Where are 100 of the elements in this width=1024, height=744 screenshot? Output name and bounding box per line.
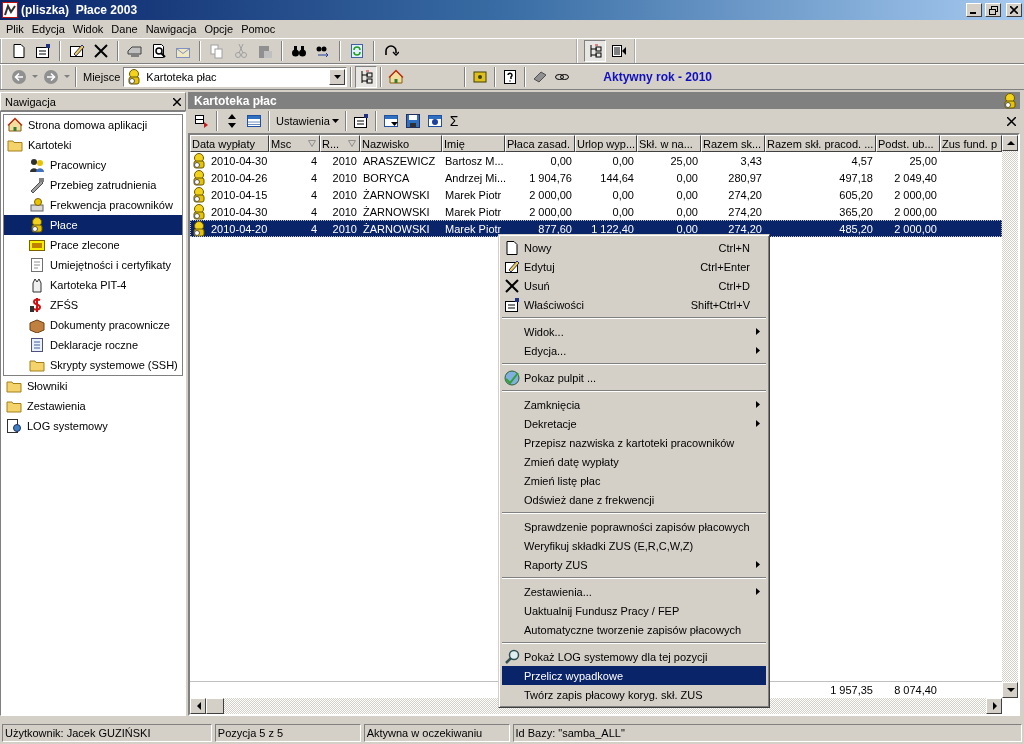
table-row[interactable]: 2010-04-26 4 2010 BORYCA Andrzej Mi... 1 904,76 144,64 0,00 280,97 497,18 2 049,40: [190, 169, 1002, 186]
menu-item[interactable]: Plik: [2, 23, 28, 35]
nav-item[interactable]: Prace zlecone: [4, 235, 182, 255]
nav-item[interactable]: Frekwencja pracowników: [4, 195, 182, 215]
menu-item[interactable]: Sprawdzenie poprawności zapisów płacowych: [502, 517, 766, 536]
menu-item[interactable]: Pomoc: [237, 23, 280, 35]
scroll-left-button[interactable]: [190, 698, 206, 714]
nav-item[interactable]: Kartoteki: [4, 135, 182, 155]
column-header[interactable]: Podst. ub...: [876, 135, 940, 152]
menu-item[interactable]: Dekretacje: [502, 414, 766, 433]
minimize-button[interactable]: [966, 3, 982, 17]
table-row[interactable]: 2010-04-30 4 2010 ŻARNOWSKI Marek Piotr 2 000,00 0,00 0,00 274,20 365,20 2 000,00: [190, 203, 1002, 220]
menu-item[interactable]: Zamknięcia: [502, 395, 766, 414]
tools-icon: [29, 177, 45, 193]
dropdown-icon[interactable]: [30, 75, 40, 79]
nav-item[interactable]: Deklaracje roczne: [4, 335, 182, 355]
menu-item[interactable]: Automatyczne tworzenie zapisów płacowych: [502, 620, 766, 639]
settings-button[interactable]: Ustawienia: [273, 111, 342, 131]
close-icon[interactable]: [1007, 116, 1016, 126]
column-header[interactable]: Nazwisko: [360, 135, 442, 152]
menu-item[interactable]: Nowy Ctrl+N: [502, 238, 766, 257]
restore-button[interactable]: [985, 3, 1001, 17]
window-title: (pliszka) Płace 2003: [21, 3, 138, 17]
table-cell: 274,20: [728, 188, 762, 201]
menu-item[interactable]: Twórz zapis płacowy koryg. skł. ZUS: [502, 685, 766, 704]
table-cell: 365,20: [839, 205, 873, 218]
menu-item[interactable]: Dane: [107, 23, 142, 35]
nav-item[interactable]: LOG systemowy: [3, 416, 183, 436]
table-cell: 3,43: [740, 154, 762, 167]
column-header[interactable]: Zus fund. p: [940, 135, 1002, 152]
menu-item[interactable]: Raporty ZUS: [502, 555, 766, 574]
sum-button[interactable]: Σ: [445, 113, 463, 129]
nav-item[interactable]: Płace: [4, 215, 182, 235]
column-header[interactable]: R...: [320, 135, 360, 152]
menu-item[interactable]: Edytuj Ctrl+Enter: [502, 257, 766, 276]
menu-item[interactable]: Przelicz wypadkowe: [502, 666, 766, 685]
location-combobox[interactable]: Kartoteka płac: [123, 67, 348, 87]
table-cell: Marek Piotr: [445, 222, 502, 235]
menu-item[interactable]: Uaktualnij Fundusz Pracy / FEP: [502, 601, 766, 620]
menu-item[interactable]: Zmień datę wypłaty: [502, 452, 766, 471]
scroll-right-button[interactable]: [986, 698, 1002, 714]
nav-item[interactable]: Kartoteka PIT-4: [4, 275, 182, 295]
table-row[interactable]: 2010-04-15 4 2010 ŻARNOWSKI Marek Piotr 2 000,00 0,00 0,00 274,20 605,20 2 000,00: [190, 186, 1002, 203]
certificate-icon: [29, 257, 45, 273]
document-icon: [29, 337, 45, 353]
tree-view-button[interactable]: [355, 66, 378, 88]
location-label: Miejsce: [82, 71, 122, 83]
column-header[interactable]: Płaca zasad.: [505, 135, 575, 152]
scroll-thumb[interactable]: [206, 698, 224, 714]
nav-item[interactable]: Strona domowa aplikacji: [4, 115, 182, 135]
menu-item[interactable]: Edycja...: [502, 341, 766, 360]
menu-item[interactable]: Zmień listę płac: [502, 471, 766, 490]
table-cell: 4: [310, 205, 317, 218]
column-header[interactable]: Skł. w na...: [637, 135, 701, 152]
payroll-icon: [191, 152, 207, 169]
menu-item[interactable]: Przepisz nazwiska z kartoteki pracowników: [502, 433, 766, 452]
scroll-up-button[interactable]: [1002, 135, 1018, 151]
column-header[interactable]: Msc: [269, 135, 320, 152]
menu-item[interactable]: Edycja: [27, 23, 69, 35]
nav-item[interactable]: Słowniki: [3, 376, 183, 396]
menu-item[interactable]: Właściwości Shift+Ctrl+V: [502, 295, 766, 314]
table-cell: 1 122,40: [591, 222, 634, 235]
menu-item[interactable]: Odśwież dane z frekwencji: [502, 490, 766, 509]
table-row[interactable]: 2010-04-30 4 2010 ARASZEWICZ Bartosz M... 0,00 0,00 25,00 3,43 4,57 25,00: [190, 152, 1002, 169]
menu-item[interactable]: Widok: [68, 23, 108, 35]
menu-item[interactable]: Usuń Ctrl+D: [502, 276, 766, 295]
menu-item[interactable]: Zestawienia...: [502, 582, 766, 601]
nav-item[interactable]: Skrypty systemowe (SSH): [4, 355, 182, 375]
table-cell: 2010: [332, 222, 357, 235]
menu-item[interactable]: Pokaz pulpit ...: [502, 368, 766, 387]
nav-item[interactable]: Przebieg zatrudnienia: [4, 175, 182, 195]
scroll-down-button[interactable]: [1002, 682, 1018, 698]
close-button[interactable]: [1006, 3, 1022, 17]
properties-icon: [504, 296, 520, 313]
folder-icon: [29, 357, 45, 373]
nav-item[interactable]: Pracownicy: [4, 155, 182, 175]
close-icon[interactable]: [173, 97, 181, 106]
vertical-scrollbar[interactable]: [1002, 135, 1018, 698]
menu-item[interactable]: Opcje: [200, 23, 238, 35]
menu-item[interactable]: Weryfikuj składki ZUS (E,R,C,W,Z): [502, 536, 766, 555]
dropdown-icon[interactable]: [62, 75, 72, 79]
column-header[interactable]: Razem sk...: [701, 135, 765, 152]
column-header[interactable]: Razem skł. pracod. ...: [765, 135, 876, 152]
table-cell: 2010-04-30: [211, 205, 268, 218]
column-header[interactable]: Urlop wyp...: [575, 135, 637, 152]
nav-item[interactable]: Umiejętności i certyfikaty: [4, 255, 182, 275]
menu-item[interactable]: Widok...: [502, 322, 766, 341]
table-row[interactable]: 2010-04-20 4 2010 ŻARNOWSKI Marek Piotr 877,60 1 122,40 0,00 274,20 485,20 2 000,00: [190, 220, 1002, 237]
table-cell: 0,00: [676, 222, 698, 235]
app-icon: [2, 2, 18, 18]
menu-item[interactable]: Nawigacja: [141, 23, 201, 35]
nav-item[interactable]: ZFŚS: [4, 295, 182, 315]
column-header[interactable]: Data wypłaty: [190, 135, 269, 152]
total-cell: 1 957,35: [830, 684, 873, 696]
menu-item[interactable]: Pokaż LOG systemowy dla tej pozycji: [502, 647, 766, 666]
dropdown-button[interactable]: [329, 69, 346, 85]
nav-item[interactable]: Dokumenty pracownicze: [4, 315, 182, 335]
nav-item[interactable]: Zestawienia: [3, 396, 183, 416]
tree-view-button[interactable]: [584, 40, 606, 62]
column-header[interactable]: Imię: [442, 135, 505, 152]
